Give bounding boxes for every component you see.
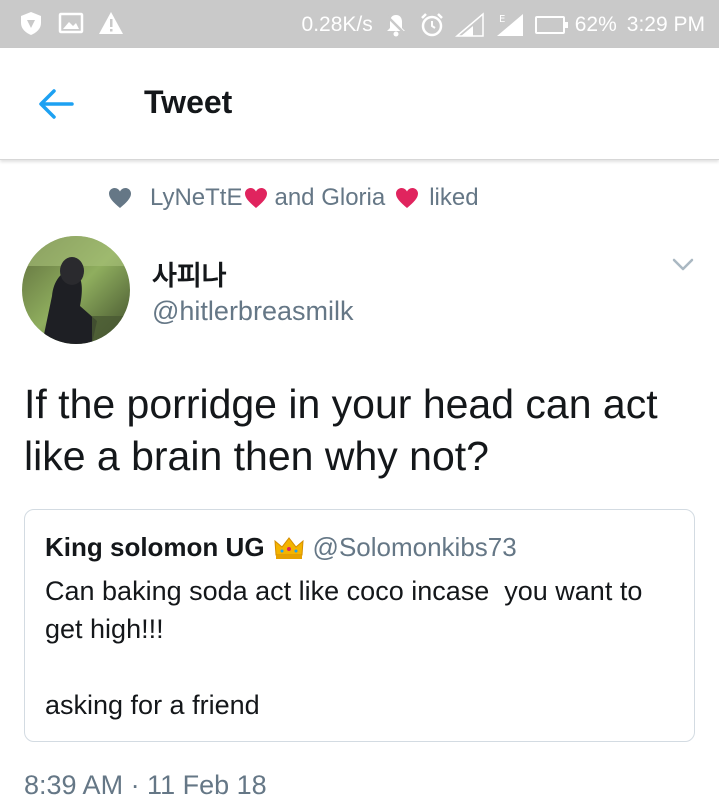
avatar[interactable] <box>22 236 130 344</box>
quoted-tweet-card[interactable]: King solomon UG @Solomonkibs73 Can bakin… <box>24 509 695 742</box>
shield-icon <box>21 12 41 35</box>
alarm-icon <box>420 13 443 37</box>
back-arrow-icon[interactable] <box>36 84 76 124</box>
author-username[interactable]: @hitlerbreasmilk <box>152 296 353 327</box>
warning-icon <box>99 12 123 34</box>
battery-level: 62% <box>574 13 617 36</box>
signal-e-icon: E <box>496 14 523 36</box>
page-title: Tweet <box>144 84 233 120</box>
liked-suffix: liked <box>429 184 479 211</box>
status-bar: 0.28K/s E 62% 3:29 PM <box>0 0 719 48</box>
signal-icon <box>454 12 484 37</box>
battery-icon <box>534 16 568 34</box>
quoted-tweet-text: Can baking soda act like coco incase you… <box>45 576 643 720</box>
tweet-text: If the porridge in your head can act lik… <box>24 381 658 479</box>
social-context-liked[interactable]: LyNeTtE and Gloria liked <box>108 184 479 212</box>
status-bar-system: 0.28K/s E 62% 3:29 PM <box>302 12 705 38</box>
author-display-name[interactable]: 사피나 <box>152 254 227 293</box>
clock: 3:29 PM <box>626 13 705 36</box>
quoted-author-username: @Solomonkibs73 <box>312 532 517 562</box>
quoted-author-name: King solomon UG <box>45 532 265 562</box>
tweet-timestamp: 8:39 AM · 11 Feb 18 <box>24 770 267 800</box>
network-speed: 0.28K/s <box>301 13 373 36</box>
chevron-down-icon[interactable] <box>668 254 698 276</box>
pink-heart-emoji-icon <box>245 188 268 208</box>
quoted-tweet-header: King solomon UG @Solomonkibs73 <box>45 532 517 563</box>
liker-connector: and Gloria <box>274 184 386 211</box>
mute-icon <box>384 14 407 37</box>
pink-heart-emoji-icon <box>396 188 419 208</box>
svg-text:E: E <box>499 14 505 25</box>
liker-name[interactable]: LyNeTtE <box>150 184 242 212</box>
image-icon <box>58 12 84 34</box>
crown-emoji-icon <box>273 536 304 559</box>
status-bar-notifications <box>18 10 124 36</box>
app-bar: Tweet <box>0 48 719 160</box>
heart-icon <box>109 188 131 208</box>
